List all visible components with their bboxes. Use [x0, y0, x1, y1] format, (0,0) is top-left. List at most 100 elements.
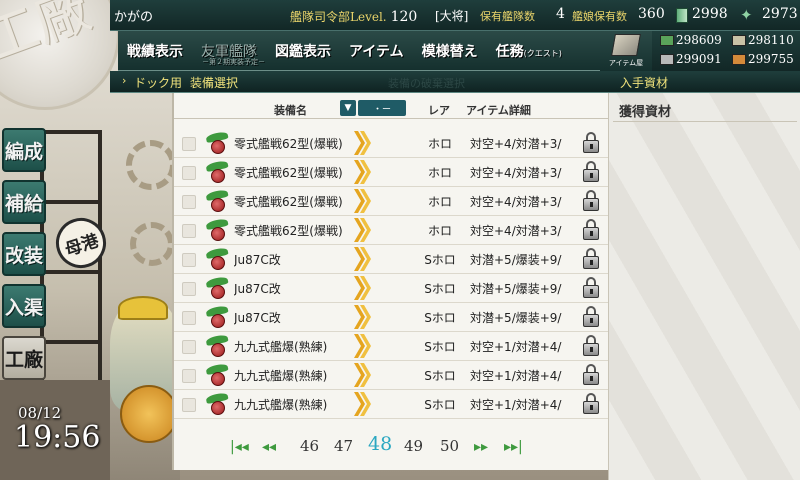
table-row[interactable]: 零式艦戦62型(爆戦) ホロ 対空+4/対潜+3/ [174, 158, 610, 187]
hq-level-label: 艦隊司令部Level. 120 [290, 8, 417, 25]
page-number[interactable]: 50 [440, 437, 459, 455]
equip-select-label: 装備選択 [190, 76, 239, 90]
menu-furniture[interactable]: 模様替え [413, 41, 487, 61]
torch-icon: ✦ [740, 6, 753, 24]
lock-icon[interactable] [582, 161, 600, 183]
table-row[interactable]: 九九式艦爆(熟練) Sホロ 対空+1/対潜+4/ [174, 332, 610, 361]
ship-count-label: 艦娘保有数 [572, 10, 627, 23]
equipment-detail: 対空+1/対潜+4/ [470, 369, 562, 383]
chevron-right-icon [352, 217, 372, 243]
equipment-name: Ju87C改 [234, 282, 281, 296]
build-button[interactable] [120, 385, 178, 443]
steel-icon [660, 54, 674, 65]
main-menu: 戦績表示 友軍艦隊 －第２期実装予定－ 図鑑表示 アイテム 模様替え 任務(クエス… [118, 31, 600, 71]
steel-value: 299091 [676, 52, 722, 66]
equipment-detail: 対潜+5/爆装+9/ [470, 282, 562, 296]
equipment-detail: 対空+1/対潜+4/ [470, 398, 562, 412]
equipment-icon [205, 159, 229, 184]
row-checkbox[interactable] [182, 137, 196, 151]
ammo-icon [732, 35, 746, 46]
last-page-icon[interactable]: ▸▸| [504, 439, 523, 455]
lock-icon[interactable] [582, 306, 600, 328]
equipment-name: Ju87C改 [234, 253, 281, 267]
lock-icon[interactable] [582, 277, 600, 299]
gain-title: 獲得資材 [619, 105, 672, 120]
list-header: 装備名 ▼ ・ー レア アイテム詳細 [174, 99, 610, 119]
fleet-count-label: 保有艦隊数 [480, 10, 535, 23]
equipment-rarity: ホロ [427, 224, 452, 238]
row-checkbox[interactable] [182, 224, 196, 238]
fuel-icon [660, 35, 674, 46]
nav-resupply[interactable]: 補給 [2, 180, 46, 224]
row-checkbox[interactable] [182, 166, 196, 180]
equipment-name: 零式艦戦62型(爆戦) [234, 137, 343, 151]
crane-beam [40, 270, 102, 330]
menu-items[interactable]: アイテム [340, 41, 413, 61]
page-number[interactable]: 49 [404, 437, 423, 455]
chevron-right-icon [352, 275, 372, 301]
equipment-rarity: ホロ [427, 166, 452, 180]
lock-icon[interactable] [582, 393, 600, 415]
lock-icon[interactable] [582, 364, 600, 386]
prev-page-icon[interactable]: ◂◂ [262, 439, 276, 455]
shop-icon [611, 34, 641, 56]
table-row[interactable]: 九九式艦爆(熟練) Sホロ 対空+1/対潜+4/ [174, 390, 610, 419]
table-row[interactable]: Ju87C改 Sホロ 対潜+5/爆装+9/ [174, 303, 610, 332]
nav-remodel[interactable]: 改装 [2, 232, 46, 276]
lock-icon[interactable] [582, 132, 600, 154]
lock-icon[interactable] [582, 248, 600, 270]
row-checkbox[interactable] [182, 340, 196, 354]
row-checkbox[interactable] [182, 195, 196, 209]
table-row[interactable]: 九九式艦爆(熟練) Sホロ 対空+1/対潜+4/ [174, 361, 610, 390]
scrap-select-label: 装備の破棄選択 [388, 77, 465, 90]
page-number[interactable]: 47 [334, 437, 353, 455]
hq-label: 艦隊司令部Level. [290, 10, 387, 24]
table-row[interactable]: 零式艦戦62型(爆戦) ホロ 対空+4/対潜+3/ [174, 129, 610, 158]
gain-header-label: 入手資材 [620, 76, 669, 90]
bauxite-icon [732, 54, 746, 65]
table-row[interactable]: 零式艦戦62型(爆戦) ホロ 対空+4/対潜+3/ [174, 187, 610, 216]
fuel-value: 298609 [676, 33, 722, 47]
row-checkbox[interactable] [182, 369, 196, 383]
menu-quests[interactable]: 任務(クエスト) [487, 41, 571, 61]
row-checkbox[interactable] [182, 398, 196, 412]
row-checkbox[interactable] [182, 311, 196, 325]
menu-friend-fleet-sub: －第２期実装予定－ [202, 57, 265, 66]
equipment-rarity: Sホロ [424, 253, 456, 267]
clock: 08/12 19:56 [14, 404, 100, 455]
lock-icon[interactable] [582, 219, 600, 241]
torch-count: 2973 [762, 6, 798, 22]
equipment-rarity: Sホロ [424, 340, 456, 354]
chevron-right-icon [352, 188, 372, 214]
row-checkbox[interactable] [182, 253, 196, 267]
status-bar: かがの 艦隊司令部Level. 120 [大将] 保有艦隊数 4 艦娘保有数 36… [110, 0, 800, 31]
page-number[interactable]: 46 [300, 437, 319, 455]
chevron-right-icon [352, 304, 372, 330]
equipment-rarity: Sホロ [424, 282, 456, 296]
row-checkbox[interactable] [182, 282, 196, 296]
gain-divider [613, 121, 797, 122]
equipment-name: 九九式艦爆(熟練) [234, 369, 328, 383]
equipment-name: 零式艦戦62型(爆戦) [234, 195, 343, 209]
sort-mode-button[interactable]: ・ー [358, 100, 406, 116]
equipment-icon [205, 304, 229, 329]
lock-icon[interactable] [582, 190, 600, 212]
page-number-current[interactable]: 48 [368, 433, 392, 455]
table-row[interactable]: 零式艦戦62型(爆戦) ホロ 対空+4/対潜+3/ [174, 216, 610, 245]
equipment-name: 零式艦戦62型(爆戦) [234, 224, 343, 238]
equipment-detail: 対潜+5/爆装+9/ [470, 253, 562, 267]
table-row[interactable]: Ju87C改 Sホロ 対潜+5/爆装+9/ [174, 245, 610, 274]
nav-arsenal[interactable]: 工廠 [2, 336, 46, 380]
lock-icon[interactable] [582, 335, 600, 357]
item-shop-button[interactable]: アイテム屋 [600, 31, 652, 71]
nav-organize[interactable]: 編成 [2, 128, 46, 172]
table-row[interactable]: Ju87C改 Sホロ 対潜+5/爆装+9/ [174, 274, 610, 303]
next-page-icon[interactable]: ▸▸ [474, 439, 488, 455]
first-page-icon[interactable]: |◂◂ [230, 439, 249, 455]
menu-encyclopedia[interactable]: 図鑑表示 [266, 41, 340, 61]
equipment-detail: 対空+4/対潜+3/ [470, 195, 562, 209]
sort-dropdown-icon[interactable]: ▼ [340, 100, 356, 116]
equipment-icon [205, 217, 229, 242]
nav-repair[interactable]: 入渠 [2, 284, 46, 328]
menu-record[interactable]: 戦績表示 [118, 41, 192, 61]
